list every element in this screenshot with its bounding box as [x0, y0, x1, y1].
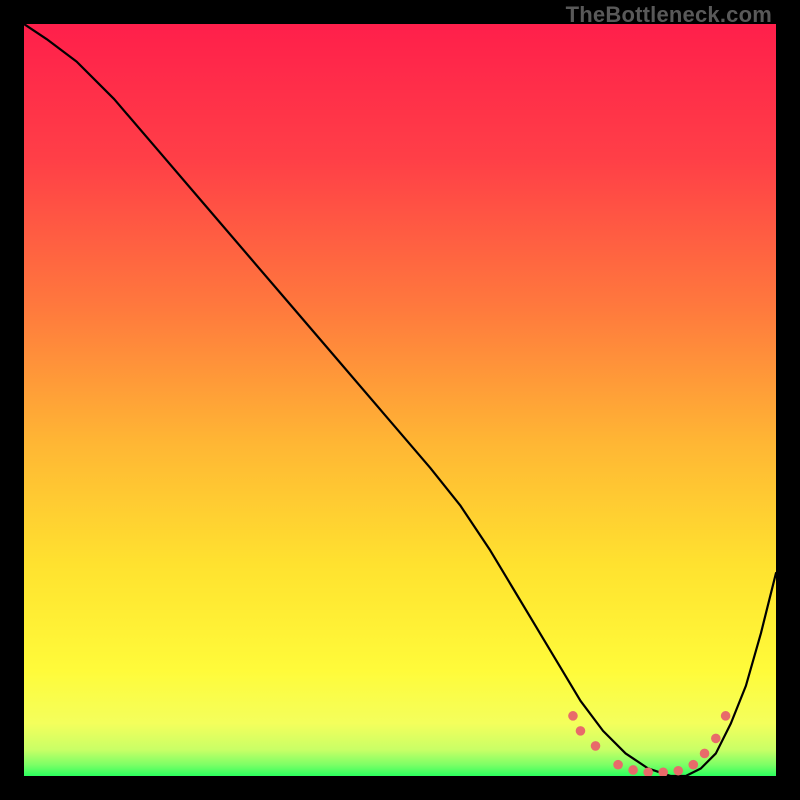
- valley-marker: [591, 741, 601, 751]
- valley-marker: [568, 711, 578, 721]
- chart-frame: TheBottleneck.com: [0, 0, 800, 800]
- valley-marker: [628, 765, 638, 775]
- gradient-background: [24, 24, 776, 776]
- valley-marker: [688, 760, 698, 770]
- valley-marker: [721, 711, 731, 721]
- valley-marker: [711, 734, 721, 744]
- valley-marker: [576, 726, 586, 736]
- chart-svg: [24, 24, 776, 776]
- plot-area: [24, 24, 776, 776]
- valley-marker: [700, 749, 710, 759]
- valley-marker: [673, 766, 683, 776]
- valley-marker: [613, 760, 623, 770]
